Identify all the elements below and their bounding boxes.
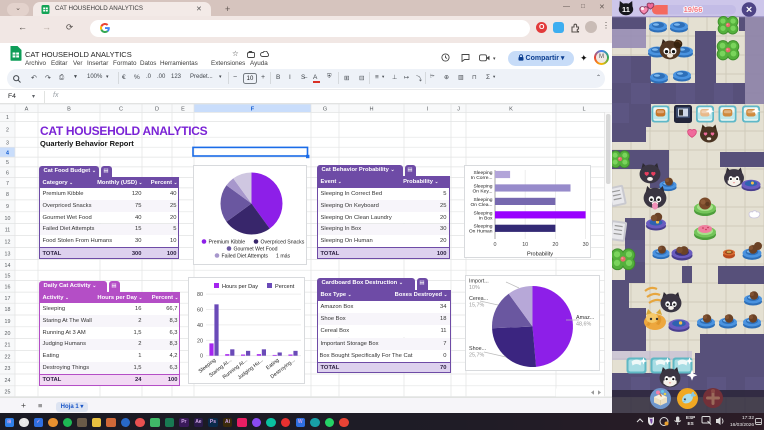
- svg-text:On Human: On Human: [469, 229, 493, 235]
- svg-text:1 más: 1 más: [276, 253, 291, 259]
- svg-text:On Key...: On Key...: [472, 188, 492, 194]
- svg-text:20: 20: [5, 331, 11, 337]
- svg-text:19/66: 19/66: [684, 5, 703, 14]
- svg-text:Amaz...: Amaz...: [576, 315, 594, 321]
- svg-text:8: 8: [6, 192, 9, 198]
- svg-text:Overpriced Snacks: Overpriced Snacks: [260, 239, 304, 245]
- svg-text:18: 18: [5, 307, 11, 313]
- svg-text:10: 10: [522, 242, 528, 248]
- svg-text:25: 25: [5, 389, 11, 395]
- svg-text:Probability: Probability: [527, 252, 553, 258]
- svg-text:19: 19: [5, 319, 11, 325]
- svg-text:5: 5: [6, 160, 9, 166]
- svg-text:A: A: [25, 106, 29, 112]
- svg-text:Percent: Percent: [275, 284, 295, 290]
- svg-text:10%: 10%: [469, 285, 480, 291]
- svg-text:25,7%: 25,7%: [469, 352, 484, 358]
- svg-text:6: 6: [6, 170, 9, 176]
- svg-text:15,7%: 15,7%: [469, 302, 484, 308]
- svg-text:On Clea...: On Clea...: [470, 202, 492, 208]
- svg-text:11: 11: [5, 228, 11, 234]
- svg-text:Cerea...: Cerea...: [469, 296, 488, 302]
- svg-text:D: D: [155, 106, 159, 112]
- svg-text:14: 14: [5, 263, 11, 269]
- svg-text:21: 21: [5, 343, 11, 349]
- svg-text:In Corre...: In Corre...: [471, 175, 493, 181]
- svg-text:80: 80: [197, 292, 203, 298]
- svg-text:17: 17: [5, 296, 11, 302]
- svg-text:Import...: Import...: [469, 278, 489, 284]
- svg-text:0: 0: [494, 242, 497, 248]
- svg-text:11: 11: [622, 5, 630, 14]
- svg-text:2: 2: [6, 127, 9, 133]
- svg-text:3: 3: [6, 140, 9, 146]
- svg-text:12: 12: [5, 240, 11, 246]
- svg-text:In Box: In Box: [479, 215, 493, 221]
- svg-text:15: 15: [5, 274, 11, 280]
- svg-text:60: 60: [197, 308, 203, 314]
- svg-text:H: H: [369, 106, 373, 112]
- svg-text:✕: ✕: [745, 5, 752, 15]
- svg-text:1: 1: [6, 115, 9, 121]
- svg-text:20: 20: [552, 242, 558, 248]
- svg-text:J: J: [457, 106, 460, 112]
- svg-text:Gourmet Wet Food: Gourmet Wet Food: [233, 246, 277, 252]
- svg-text:Premium Kibble: Premium Kibble: [208, 239, 245, 245]
- svg-text:E: E: [181, 106, 185, 112]
- svg-text:22: 22: [5, 354, 11, 360]
- svg-text:Failed Diet Attempts: Failed Diet Attempts: [221, 253, 268, 259]
- svg-text:7: 7: [6, 181, 9, 187]
- svg-text:20: 20: [197, 338, 203, 344]
- svg-text:10: 10: [5, 216, 11, 222]
- svg-text:K: K: [509, 106, 513, 112]
- svg-text:24: 24: [5, 378, 11, 384]
- svg-text:B: B: [67, 106, 71, 112]
- svg-text:23: 23: [5, 366, 11, 372]
- svg-text:L: L: [582, 106, 585, 112]
- svg-text:G: G: [323, 106, 327, 112]
- svg-text:Shoe...: Shoe...: [469, 346, 486, 352]
- svg-text:Hours per Day: Hours per Day: [222, 284, 258, 290]
- svg-text:13: 13: [5, 252, 11, 258]
- svg-text:40: 40: [197, 323, 203, 329]
- svg-text:16: 16: [5, 284, 11, 290]
- svg-text:4: 4: [6, 150, 9, 156]
- svg-text:9: 9: [6, 204, 9, 210]
- svg-text:48,6%: 48,6%: [576, 321, 591, 327]
- svg-text:C: C: [119, 106, 123, 112]
- svg-text:0: 0: [200, 354, 203, 360]
- svg-text:30: 30: [583, 242, 589, 248]
- svg-text:F: F: [251, 106, 255, 112]
